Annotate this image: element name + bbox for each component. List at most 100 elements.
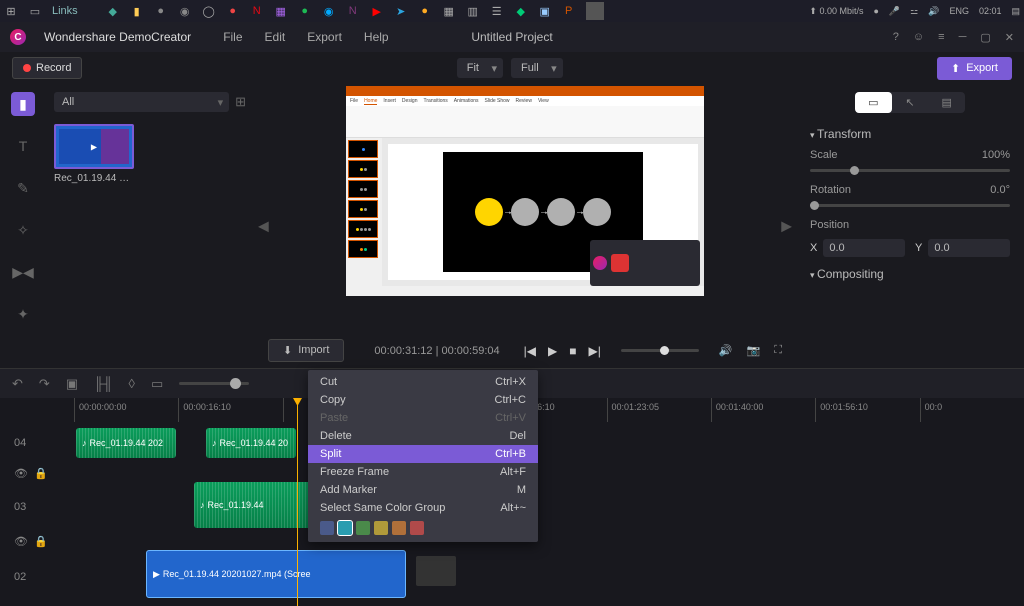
app-icon[interactable]: ▣ [538,4,552,18]
redo-icon[interactable]: ↷ [39,376,50,392]
menu-export[interactable]: Export [307,30,342,44]
video-clip[interactable] [416,556,456,586]
settings-icon[interactable]: ≡ [938,31,944,44]
playhead[interactable] [297,398,298,606]
color-swatch[interactable] [338,521,352,535]
crop-icon[interactable]: ▣ [66,376,78,392]
app-icon[interactable]: ◉ [178,4,192,18]
visibility-icon[interactable]: 👁 [14,467,28,480]
lock-icon[interactable]: 🔒 [34,535,48,548]
video-tab-icon[interactable]: ▭ [855,92,892,113]
notifications-icon[interactable]: ▤ [1011,6,1020,17]
app-icon[interactable]: ▦ [274,4,288,18]
app-icon[interactable]: ◆ [106,4,120,18]
lock-icon[interactable]: 🔒 [34,467,48,480]
help-icon[interactable]: ? [893,31,899,44]
audio-tab-icon[interactable]: ▤ [928,92,965,113]
fit-select[interactable]: Fit [457,58,503,78]
next-arrow-icon[interactable]: ▶ [781,218,792,235]
media-thumbnail[interactable]: Rec_01.19.44 2020... [54,124,134,184]
telegram-icon[interactable]: ➤ [394,4,408,18]
app-icon[interactable]: ◆ [514,4,528,18]
youtube-icon[interactable]: ▶ [370,4,384,18]
task-view-icon[interactable]: ▭ [28,4,42,18]
menu-freeze-frame[interactable]: Freeze FrameAlt+F [308,463,538,481]
menu-copy[interactable]: CopyCtrl+C [308,391,538,409]
links-label[interactable]: Links [52,5,78,17]
fullscreen-icon[interactable]: ⛶ [774,344,782,357]
export-button[interactable]: ⬆Export [937,57,1012,80]
import-button[interactable]: ⬇Import [268,339,344,362]
color-swatch[interactable] [410,521,424,535]
y-input[interactable] [928,239,1010,257]
powerpoint-icon[interactable]: P [562,4,576,18]
size-select[interactable]: Full [511,58,563,78]
close-icon[interactable]: ✕ [1005,31,1014,44]
spotify-icon[interactable]: ● [298,4,312,18]
menu-split[interactable]: SplitCtrl+B [308,445,538,463]
menu-help[interactable]: Help [364,30,389,44]
audio-clip[interactable]: ♪Rec_01.19.44 202 [76,428,176,458]
record-button[interactable]: Record [12,57,82,79]
minimize-icon[interactable]: ─ [959,31,967,44]
audio-clip[interactable]: ♪Rec_01.19.44 20 [206,428,296,458]
account-icon[interactable]: ☺ [913,31,924,44]
app-icon[interactable]: ▦ [442,4,456,18]
prev-arrow-icon[interactable]: ◀ [258,218,269,235]
volume-icon[interactable]: 🔊 [719,344,733,357]
menu-delete[interactable]: DeleteDel [308,427,538,445]
color-swatch[interactable] [392,521,406,535]
app-icon[interactable]: ▥ [466,4,480,18]
maximize-icon[interactable]: ▢ [980,31,990,44]
clock[interactable]: 02:01 [979,6,1002,16]
menu-add-marker[interactable]: Add MarkerM [308,481,538,499]
cursor-tab-icon[interactable]: ↖ [892,92,929,113]
menu-file[interactable]: File [223,30,242,44]
undo-icon[interactable]: ↶ [12,376,23,392]
split-icon[interactable]: ╟╢ [94,376,112,391]
prev-frame-icon[interactable]: |◀ [524,344,536,358]
seek-bar[interactable] [621,349,699,352]
transition-tab-icon[interactable]: ▶◀ [11,260,35,284]
transform-section[interactable]: Transform [810,127,1010,141]
windows-icon[interactable]: ⊞ [4,4,18,18]
marker-icon[interactable]: ◊ [129,376,135,391]
x-input[interactable] [823,239,905,257]
color-swatch[interactable] [356,521,370,535]
onenote-icon[interactable]: N [346,4,360,18]
text-tab-icon[interactable]: T [11,134,35,158]
menu-select-color-group[interactable]: Select Same Color GroupAlt+~ [308,499,538,517]
video-clip[interactable]: ▶Rec_01.19.44 20201027.mp4 (Scree [146,550,406,598]
compositing-section[interactable]: Compositing [810,267,1010,281]
scale-slider[interactable] [810,169,1010,172]
netflix-icon[interactable]: N [250,4,264,18]
wifi-icon[interactable]: ⚍ [910,6,918,17]
snapshot-icon[interactable]: 📷 [747,344,761,357]
app-icon[interactable]: ● [154,4,168,18]
annotation-tab-icon[interactable]: ✎ [11,176,35,200]
rec-icon[interactable]: ● [873,6,878,16]
grid-view-icon[interactable]: ⊞ [235,94,246,110]
folder-icon[interactable]: ▮ [130,4,144,18]
color-swatch[interactable] [374,521,388,535]
mic-icon[interactable]: 🎤 [889,6,900,17]
menu-cut[interactable]: CutCtrl+X [308,373,538,391]
app-icon[interactable]: ☰ [490,4,504,18]
next-frame-icon[interactable]: ▶| [588,344,600,358]
app-icon[interactable]: ● [226,4,240,18]
speed-icon[interactable]: ▭ [151,376,163,392]
chrome-icon[interactable]: ◯ [202,4,216,18]
color-swatch[interactable] [320,521,334,535]
visibility-icon[interactable]: 👁 [14,535,28,548]
zoom-slider[interactable] [179,382,249,385]
volume-icon[interactable]: 🔊 [928,6,939,17]
lang-indicator[interactable]: ENG [949,6,969,16]
play-icon[interactable]: ▶ [548,344,557,358]
menu-edit[interactable]: Edit [265,30,286,44]
media-tab-icon[interactable]: ▮ [11,92,35,116]
rotation-slider[interactable] [810,204,1010,207]
stop-icon[interactable]: ■ [569,344,576,358]
sticker-tab-icon[interactable]: ✧ [11,218,35,242]
media-filter-select[interactable]: All [54,92,229,112]
effects-tab-icon[interactable]: ✦ [11,302,35,326]
